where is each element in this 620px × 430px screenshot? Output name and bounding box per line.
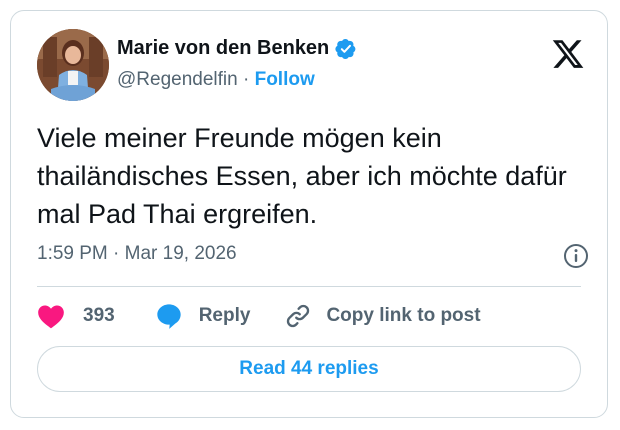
avatar[interactable] [37,29,109,101]
info-icon[interactable] [563,243,589,269]
divider [37,286,581,287]
action-bar: 393 Reply Copy link to post [37,301,481,331]
tweet-card: Marie von den Benken @Regendelfin · Foll… [10,10,608,418]
author-handle-row: @Regendelfin · Follow [117,69,315,91]
copy-link-label: Copy link to post [326,305,481,326]
read-replies-label: Read 44 replies [239,358,379,379]
tweet-time[interactable]: 1:59 PM [37,243,108,264]
follow-button[interactable]: Follow [255,69,315,90]
link-icon [287,304,310,328]
tweet-meta: 1:59 PM · Mar 19, 2026 [37,243,237,265]
verified-badge-icon [335,38,356,59]
read-replies-button[interactable]: Read 44 replies [37,346,581,392]
author-name-row: Marie von den Benken [117,37,357,60]
speech-bubble-icon [157,304,181,329]
heart-icon [38,305,64,329]
handle-separator: · [237,69,255,90]
x-logo-icon[interactable] [551,37,585,71]
date-separator: · [107,243,125,264]
tweet-text: Viele meiner Freunde mögen kein thailänd… [37,123,567,229]
like-button[interactable]: 393 [37,303,115,329]
reply-button[interactable]: Reply [155,302,251,330]
author-display-name[interactable]: Marie von den Benken [117,37,329,60]
tweet-date[interactable]: Mar 19, 2026 [125,243,237,264]
author-handle[interactable]: @Regendelfin [117,69,238,90]
copy-link-button[interactable]: Copy link to post [284,302,481,330]
reply-label: Reply [198,305,251,326]
like-count: 393 [83,305,115,326]
avatar-photo [37,29,109,101]
